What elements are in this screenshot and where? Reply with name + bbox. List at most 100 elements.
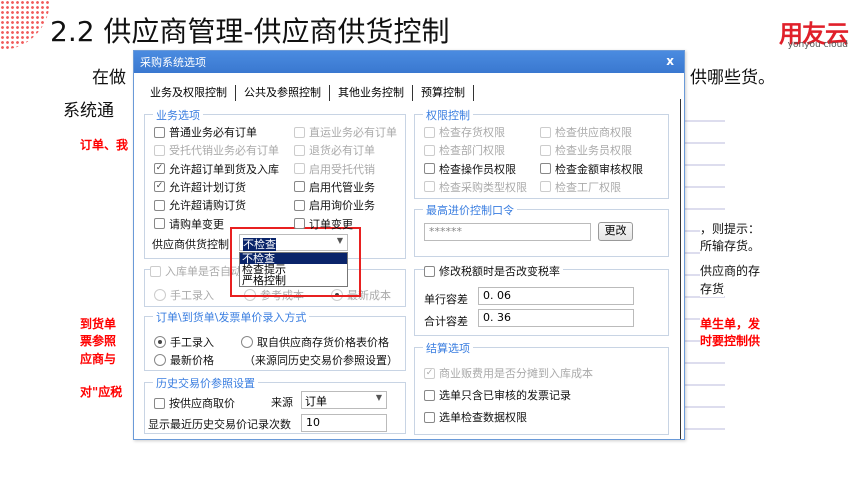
total-tolerance-input[interactable]: 0. 36 xyxy=(478,309,634,327)
checkbox xyxy=(154,218,165,229)
business-option-checkbox[interactable]: ✓ 允许超计划订货 xyxy=(154,179,246,195)
checkbox xyxy=(154,397,165,409)
checkbox-label: 检查供应商权限 xyxy=(555,126,632,139)
checkbox-label: 检查存货权限 xyxy=(439,126,505,139)
purchase-options-dialog: 采购系统选项 x 业务及权限控制 公共及参照控制 其他业务控制 预算控制 业务选… xyxy=(133,50,685,440)
checkbox-label: 启用代管业务 xyxy=(309,180,375,194)
radio-manual-price[interactable]: 手工录入 xyxy=(154,334,214,350)
red-note: 到货单 xyxy=(80,317,117,331)
radio-latest-price[interactable]: 最新价格 xyxy=(154,352,214,368)
record-count-input[interactable]: 10 xyxy=(301,414,387,432)
checkbox xyxy=(150,265,161,277)
body-text: 系统通 xyxy=(63,101,114,121)
by-supplier-checkbox[interactable]: 按供应商取价 xyxy=(154,395,235,411)
permission-checkbox[interactable]: 检查操作员权限 xyxy=(424,161,516,177)
close-icon[interactable]: x xyxy=(666,54,674,68)
checkbox xyxy=(294,126,305,138)
tab-other-business[interactable]: 其他业务控制 xyxy=(330,85,413,101)
checkbox xyxy=(424,163,435,175)
radio xyxy=(154,289,166,301)
group-label: 最高进价控制口令 xyxy=(423,202,517,218)
chevron-down-icon: ▼ xyxy=(375,393,382,402)
radio-label: 手工录入 xyxy=(170,289,214,302)
radio-label: 最新价格 xyxy=(170,354,214,367)
checkbox-label: 受托代销业务必有订单 xyxy=(169,144,279,158)
red-note: 订单、我 xyxy=(80,138,129,152)
tab-business-permission[interactable]: 业务及权限控制 xyxy=(142,85,236,101)
checkbox xyxy=(154,144,165,156)
slide-title: 2.2 供应商管理-供应商供货控制 xyxy=(50,15,450,48)
checkbox-checked: ✓ xyxy=(154,163,165,175)
change-tax-rate-checkbox[interactable]: 修改税额时是否改变税率 xyxy=(424,263,563,279)
radio-manual-entry[interactable]: 手工录入 xyxy=(154,287,214,303)
radio xyxy=(154,354,166,366)
red-note: 单生单，发 xyxy=(700,315,761,332)
checkbox xyxy=(294,163,305,175)
checkbox xyxy=(424,144,435,156)
checkbox-label: 允许超订单到货及入库 xyxy=(169,162,279,176)
checkbox-label: 选单检查数据权限 xyxy=(439,411,527,424)
group-label: 订单\到货单\发票单价录入方式 xyxy=(153,309,310,325)
red-note: 时要控制供 xyxy=(700,332,761,349)
radio xyxy=(241,336,253,348)
business-option-checkbox[interactable]: 请购单变更 xyxy=(154,216,224,232)
business-option-checkbox: 退货必有订单 xyxy=(294,142,375,158)
checkbox-label: 启用询价业务 xyxy=(309,199,375,213)
checkbox xyxy=(424,265,435,277)
permission-checkbox: 检查部门权限 xyxy=(424,142,505,158)
checkbox-label: 直运业务必有订单 xyxy=(309,126,397,139)
tab-budget[interactable]: 预算控制 xyxy=(413,85,474,101)
checkbox-label: 检查操作员权限 xyxy=(439,162,516,176)
checkbox-label: 订单变更 xyxy=(309,217,353,231)
checkbox xyxy=(540,126,551,138)
divider xyxy=(680,99,681,439)
source-label: 来源 xyxy=(271,396,293,409)
checkbox xyxy=(424,126,435,138)
business-option-checkbox: 启用受托代销 xyxy=(294,161,375,177)
business-option-checkbox[interactable]: ✓ 允许超订单到货及入库 xyxy=(154,161,279,177)
checkbox xyxy=(294,181,305,193)
checkbox-checked: ✓ xyxy=(424,367,435,379)
checkbox-label: 商业贩费用是否分摊到入库成本 xyxy=(439,367,593,380)
business-option-checkbox[interactable]: 启用询价业务 xyxy=(294,197,375,213)
business-option-checkbox[interactable]: 订单变更 xyxy=(294,216,353,232)
record-count-label: 显示最近历史交易价记录次数 xyxy=(148,418,291,431)
total-tolerance-label: 合计容差 xyxy=(424,315,468,328)
radio-supplier-price-list[interactable]: 取自供应商存货价格表价格 xyxy=(241,334,389,350)
row-tolerance-input[interactable]: 0. 06 xyxy=(478,287,634,305)
permission-checkbox: 检查存货权限 xyxy=(424,124,505,140)
body-text: 供哪些货。 xyxy=(690,68,775,88)
body-text: 在做 xyxy=(92,68,126,88)
group-label: 业务选项 xyxy=(153,107,203,123)
permission-checkbox: 检查采购类型权限 xyxy=(424,179,527,195)
checkbox-label: 检查金额审核权限 xyxy=(555,162,643,176)
red-note: 应商与 xyxy=(80,352,117,366)
permission-checkbox[interactable]: 检查金额审核权限 xyxy=(540,161,643,177)
source-select[interactable]: 订单 ▼ xyxy=(301,391,387,409)
business-option-checkbox[interactable]: 允许超请购订货 xyxy=(154,197,246,213)
business-option-checkbox[interactable]: 启用代管业务 xyxy=(294,179,375,195)
decorative-dots xyxy=(0,0,50,50)
checkbox-label: 允许超计划订货 xyxy=(169,180,246,194)
body-text: 所输存货。 xyxy=(700,237,761,254)
checkbox xyxy=(540,181,551,193)
checkbox-label: 选单只含已审核的发票记录 xyxy=(439,389,571,402)
body-text: 供应商的存 xyxy=(700,262,761,279)
tab-common-reference[interactable]: 公共及参照控制 xyxy=(236,85,330,101)
body-text: ，则提示： xyxy=(700,220,761,237)
password-input[interactable]: ****** xyxy=(424,223,591,241)
checkbox-label: 启用受托代销 xyxy=(309,162,375,176)
settlement-checkbox[interactable]: 选单只含已审核的发票记录 xyxy=(424,387,571,403)
checkbox-label: 检查业务员权限 xyxy=(555,144,632,158)
group-label: 历史交易价参照设置 xyxy=(153,375,258,391)
dialog-titlebar[interactable]: 采购系统选项 xyxy=(134,51,684,73)
tab-bar: 业务及权限控制 公共及参照控制 其他业务控制 预算控制 xyxy=(142,85,474,101)
checkbox-label: 检查采购类型权限 xyxy=(439,180,527,194)
business-option-checkbox[interactable]: 普通业务必有订单 xyxy=(154,124,257,140)
checkbox-label: 按供应商取价 xyxy=(169,397,235,410)
row-tolerance-label: 单行容差 xyxy=(424,293,468,306)
price-source-note: （来源同历史交易价参照设置） xyxy=(244,354,398,367)
permission-checkbox: 检查供应商权限 xyxy=(540,124,632,140)
settlement-checkbox[interactable]: 选单检查数据权限 xyxy=(424,409,527,425)
change-password-button[interactable]: 更改 xyxy=(598,222,633,241)
